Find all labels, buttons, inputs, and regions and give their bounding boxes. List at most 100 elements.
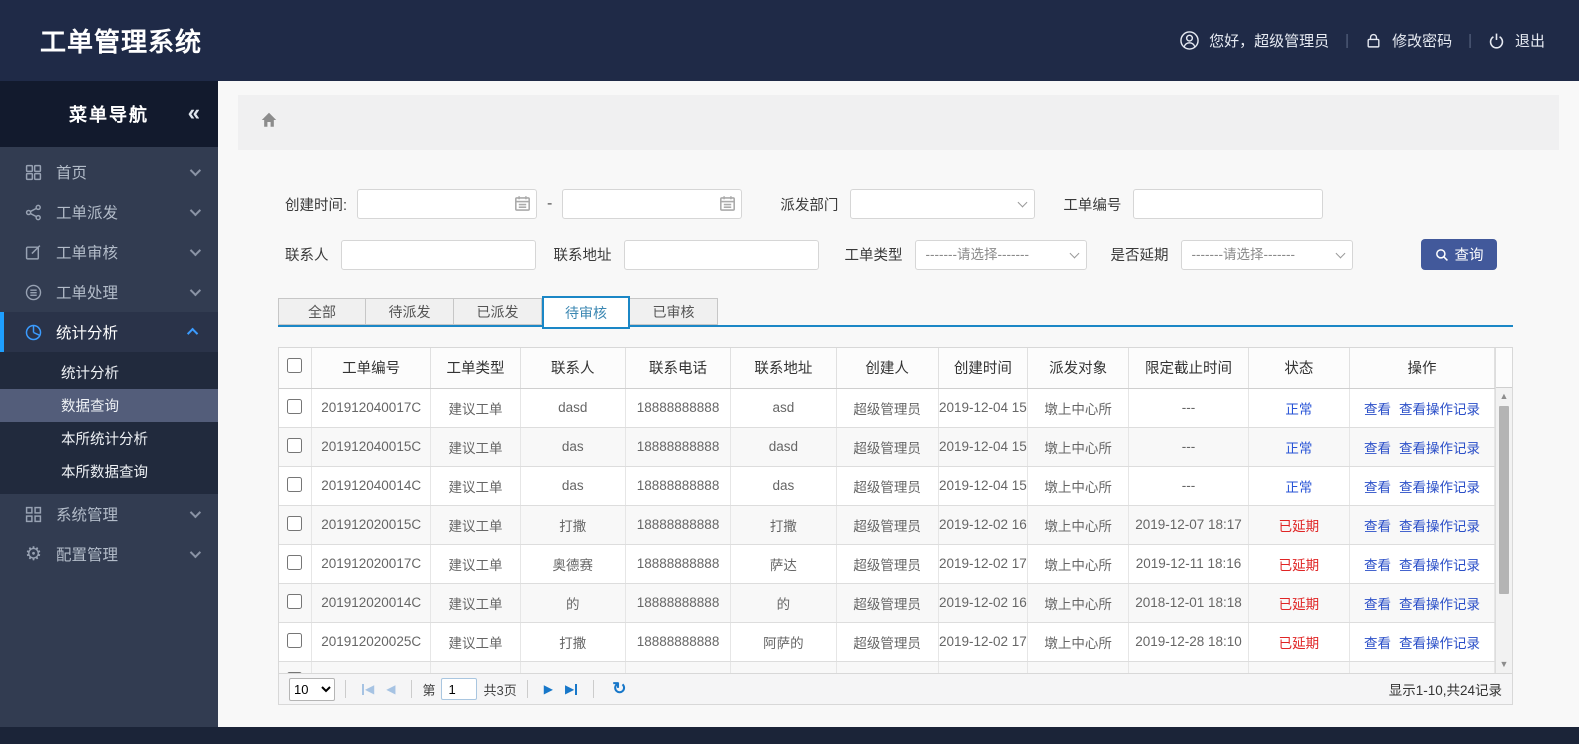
chevron-down-icon <box>189 244 202 257</box>
vertical-scrollbar[interactable]: ▲ ▼ <box>1495 348 1512 673</box>
table-row <box>279 661 1495 673</box>
dispatch-dept-select[interactable] <box>850 189 1036 219</box>
view-link[interactable]: 查看 <box>1364 441 1391 456</box>
prev-page-button[interactable]: ◀ <box>386 682 395 696</box>
scrollbar-header-stub <box>1496 348 1512 388</box>
view-operation-record-link[interactable]: 查看操作记录 <box>1399 519 1480 534</box>
sidebar-item-dispatch[interactable]: 工单派发 <box>0 192 218 232</box>
table-row: 201912020015C 建议工单 打撒 18888888888 打撒 超级管理员 201… <box>279 505 1495 545</box>
view-operation-record-link[interactable]: 查看操作记录 <box>1399 441 1480 456</box>
row-checkbox[interactable] <box>287 632 303 648</box>
pagination-bar: 10 ◀ ◀ 第 共3页 ▶ ▶ ↻ 显示1-10,共24记录 <box>278 674 1513 705</box>
contact-input[interactable] <box>340 239 536 270</box>
view-link[interactable]: 查看 <box>1364 402 1391 417</box>
cell-contact: 奥德赛 <box>520 544 626 584</box>
page-prefix-label: 第 <box>422 682 436 698</box>
tab-0[interactable]: 全部 <box>278 298 366 325</box>
sidebar-item-label: 配置管理 <box>56 547 119 564</box>
sidebar-item-process[interactable]: 工单处理 <box>0 272 218 312</box>
status-cell: 已延期 <box>1248 544 1351 584</box>
view-link[interactable]: 查看 <box>1364 597 1391 612</box>
tab-1[interactable]: 待派发 <box>366 298 454 325</box>
page-size-select[interactable]: 10 <box>289 677 335 701</box>
page-number-input[interactable] <box>441 678 478 700</box>
row-checkbox[interactable] <box>287 515 303 531</box>
submenu-item-data-query[interactable]: 数据查询 <box>0 389 218 422</box>
logout-button[interactable]: 退出 <box>1488 30 1545 51</box>
submenu-item-statistics[interactable]: 统计分析 <box>0 356 218 389</box>
greeting-text: 您好，超级管理员 <box>1209 33 1330 50</box>
row-checkbox[interactable] <box>287 476 303 492</box>
view-operation-record-link[interactable]: 查看操作记录 <box>1399 597 1480 612</box>
checkbox-cell <box>279 622 312 662</box>
sidebar-item-label: 首页 <box>56 165 88 182</box>
work-order-table: 工单编号 工单类型 联系人 联系电话 联系地址 创建人 创建时间 派发对象 限定截止时间 状态 操作… <box>278 347 1513 674</box>
view-link[interactable]: 查看 <box>1364 480 1391 495</box>
separator: | <box>1468 32 1472 49</box>
sidebar-item-config[interactable]: ⚙ 配置管理 <box>0 534 218 574</box>
tab-2[interactable]: 已派发 <box>454 298 542 325</box>
cell-address: asd <box>730 388 837 428</box>
cell-type: 建议工单 <box>430 505 521 545</box>
checkbox-cell <box>279 583 312 623</box>
order-type-select[interactable]: -------请选择------- <box>914 239 1087 270</box>
logout-label: 退出 <box>1514 33 1545 50</box>
sidebar-collapse-icon[interactable]: « <box>188 100 200 126</box>
tab-4[interactable]: 已审核 <box>630 298 718 325</box>
sidebar-item-system[interactable]: 系统管理 <box>0 494 218 534</box>
process-icon <box>24 283 43 302</box>
row-checkbox[interactable] <box>287 593 303 609</box>
scrollbar-thumb[interactable] <box>1499 406 1509 594</box>
table-row: 201912020025C 建议工单 打撒 18888888888 阿萨的 超级管理员 20… <box>279 622 1495 662</box>
view-operation-record-link[interactable]: 查看操作记录 <box>1399 480 1480 495</box>
cell-contact: das <box>520 427 626 467</box>
create-time-start-input[interactable] <box>357 189 538 219</box>
order-no-input[interactable] <box>1133 189 1324 219</box>
table-header-row: 工单编号 工单类型 联系人 联系电话 联系地址 创建人 创建时间 派发对象 限定截止时间 状态 操作 <box>279 348 1495 389</box>
cell-target: 墩上中心所 <box>1027 622 1130 662</box>
select-all-checkbox[interactable] <box>287 358 303 374</box>
view-link[interactable]: 查看 <box>1364 519 1391 534</box>
view-operation-record-link[interactable]: 查看操作记录 <box>1399 558 1480 573</box>
search-button[interactable]: 查询 <box>1421 239 1497 270</box>
status-cell: 正常 <box>1248 466 1351 506</box>
page-footer <box>0 727 1579 744</box>
address-input[interactable] <box>623 239 819 270</box>
row-checkbox[interactable] <box>287 437 303 453</box>
cell-order_no <box>311 661 432 673</box>
next-page-button[interactable]: ▶ <box>544 682 553 696</box>
row-checkbox[interactable] <box>287 398 303 414</box>
home-icon[interactable] <box>260 111 278 134</box>
filter-row-2: 联系人 联系地址 工单类型 -------请选择------- 是否延期 ---… <box>278 239 1513 270</box>
cell-phone: 18888888888 <box>625 427 732 467</box>
view-operation-record-link[interactable]: 查看操作记录 <box>1399 636 1480 651</box>
view-link[interactable]: 查看 <box>1364 558 1391 573</box>
view-link[interactable]: 查看 <box>1364 636 1391 651</box>
scroll-down-icon[interactable]: ▼ <box>1496 656 1512 672</box>
last-page-button[interactable]: ▶ <box>565 682 577 696</box>
user-greeting[interactable]: 您好，超级管理员 <box>1180 30 1329 51</box>
delay-select[interactable]: -------请选择------- <box>1180 239 1353 270</box>
sidebar-item-statistics[interactable]: 统计分析 <box>0 312 218 352</box>
submenu-item-local-statistics[interactable]: 本所统计分析 <box>0 422 218 455</box>
tab-3[interactable]: 待审核 <box>542 296 630 329</box>
view-operation-record-link[interactable]: 查看操作记录 <box>1399 402 1480 417</box>
sidebar-item-home[interactable]: 首页 <box>0 152 218 192</box>
table-row: 201912040015C 建议工单 das 18888888888 dasd 超级管理员… <box>279 427 1495 467</box>
cell-phone: 18888888888 <box>625 388 732 428</box>
sidebar-header: 菜单导航 « <box>0 81 218 147</box>
cell-creator: 超级管理员 <box>836 466 939 506</box>
first-page-button[interactable]: ◀ <box>362 682 374 696</box>
status-cell: 已延期 <box>1248 583 1351 623</box>
create-time-end-input[interactable] <box>562 189 743 219</box>
submenu-item-local-data-query[interactable]: 本所数据查询 <box>0 455 218 488</box>
cell-order_no: 201912020014C <box>311 583 432 623</box>
sidebar-item-review[interactable]: 工单审核 <box>0 232 218 272</box>
refresh-icon[interactable]: ↻ <box>612 679 626 699</box>
row-checkbox[interactable] <box>287 554 303 570</box>
scroll-up-icon[interactable]: ▲ <box>1496 388 1512 404</box>
gear-icon: ⚙ <box>24 543 43 565</box>
row-checkbox[interactable] <box>287 671 303 673</box>
change-password-button[interactable]: 修改密码 <box>1365 30 1452 51</box>
cell-contact: das <box>520 466 626 506</box>
